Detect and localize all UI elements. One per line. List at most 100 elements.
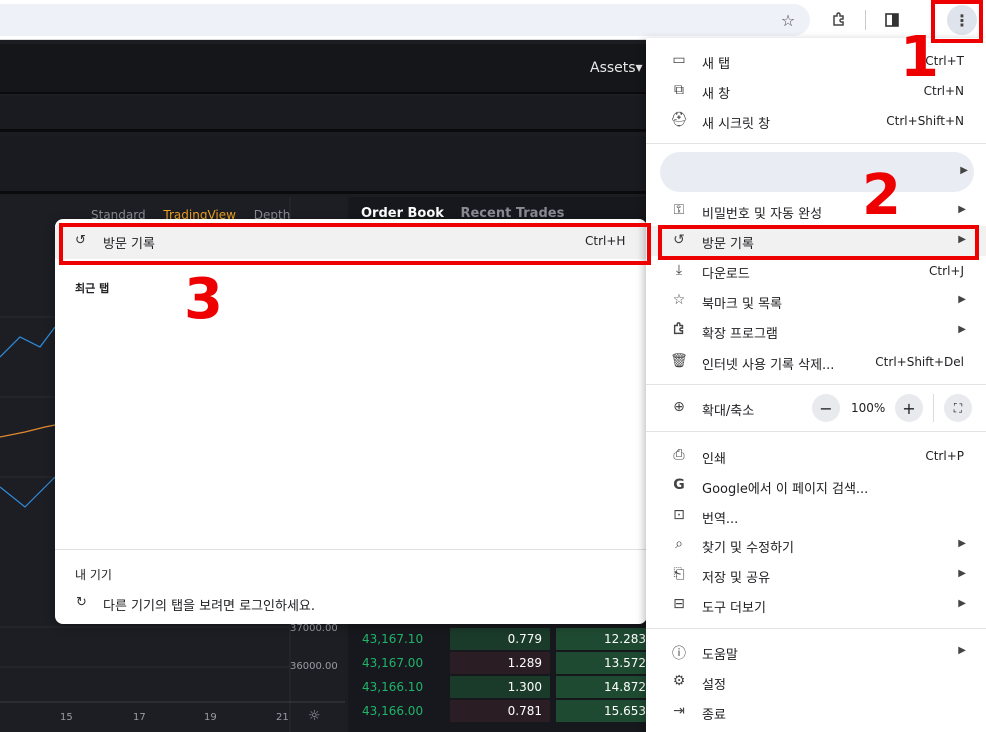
- menu-label: 다운로드: [702, 267, 750, 282]
- divider: [55, 549, 647, 550]
- chevron-right-icon: ▶: [958, 204, 966, 215]
- toolbox-icon: ⊟: [673, 596, 685, 612]
- menu-label: 도구 더보기: [702, 601, 766, 616]
- x-axis-label: 21: [276, 712, 289, 723]
- menu-label: 북마크 및 목록: [702, 297, 783, 312]
- chevron-right-icon: ▶: [958, 538, 966, 549]
- order-amount: 0.781: [450, 700, 550, 722]
- order-total: 13.572: [556, 652, 646, 674]
- find-document-icon: ⌕: [675, 536, 683, 552]
- menu-label: 인터넷 사용 기록 삭제...: [702, 358, 835, 373]
- chrome-main-menu: ▭ 새 탭 Ctrl+T ⧉ 새 창 Ctrl+N ⛑ 새 시크릿 창 Ctrl…: [646, 38, 986, 732]
- order-book-row[interactable]: 43,166.00 0.781 15.653: [348, 700, 646, 722]
- menu-item-help[interactable]: ⓘ 도움말 ▶: [646, 637, 986, 667]
- chart-settings-icon[interactable]: ☼: [308, 708, 321, 724]
- annotation-number-1: 1: [900, 25, 939, 90]
- bookmark-star-icon[interactable]: ☆: [774, 6, 802, 34]
- help-icon: ⓘ: [672, 646, 686, 662]
- menu-item-passwords[interactable]: ⚿ 비밀번호 및 자동 완성 ▶: [646, 196, 986, 226]
- menu-item-translate[interactable]: ⊡ 번역...: [646, 501, 986, 531]
- toolbar-divider: [865, 10, 866, 30]
- trash-icon: 🗑: [670, 353, 688, 369]
- order-book-row[interactable]: 43,166.10 1.300 14.872: [348, 676, 646, 698]
- order-amount: 0.779: [450, 628, 550, 650]
- order-price: 43,167.10: [362, 632, 424, 646]
- zoom-in-button[interactable]: +: [895, 394, 923, 422]
- menu-item-extensions[interactable]: 확장 프로그램 ▶: [646, 316, 986, 346]
- menu-item-print[interactable]: ⎙ 인쇄 Ctrl+P: [646, 441, 986, 471]
- menu-label: 인쇄: [702, 452, 726, 467]
- order-amount: 1.300: [450, 676, 550, 698]
- signin-prompt[interactable]: 다른 기기의 탭을 보려면 로그인하세요.: [103, 595, 315, 614]
- menu-label: 비밀번호 및 자동 완성: [702, 207, 823, 222]
- order-price: 43,167.00: [362, 656, 424, 670]
- y-axis-label: 36000.00: [290, 661, 338, 672]
- menu-label: 설정: [702, 678, 726, 693]
- zoom-icon: ⊕: [673, 399, 685, 415]
- menu-divider: [646, 143, 986, 144]
- order-amount: 1.289: [450, 652, 550, 674]
- y-axis-label: 37000.00: [290, 623, 338, 634]
- menu-label: Google에서 이 페이지 검색...: [702, 482, 869, 497]
- profile-row[interactable]: ▶: [660, 152, 974, 192]
- incognito-icon: ⛑: [670, 112, 688, 128]
- menu-label: 확장 프로그램: [702, 327, 778, 342]
- extensions-puzzle-icon[interactable]: [825, 6, 853, 34]
- star-icon: ☆: [672, 292, 686, 308]
- menu-label: 확대/축소: [702, 404, 755, 419]
- menu-item-exit[interactable]: ⇥ 종료: [646, 697, 986, 727]
- translate-icon: ⊡: [673, 507, 685, 523]
- x-axis-label: 17: [133, 712, 146, 723]
- chevron-right-icon: ▶: [958, 294, 966, 305]
- recent-tabs-heading: 최근 탭: [75, 282, 110, 295]
- my-devices-heading: 내 기기: [75, 568, 112, 582]
- extensions-puzzle-icon: [670, 322, 688, 340]
- menu-label: 저장 및 공유: [702, 571, 771, 586]
- gear-icon: ⚙: [672, 673, 686, 689]
- menu-label: 도움말: [702, 648, 738, 663]
- sync-icon: ↻: [76, 595, 87, 610]
- menu-item-settings[interactable]: ⚙ 설정: [646, 667, 986, 697]
- menu-label: 새 탭: [702, 57, 731, 72]
- chevron-right-icon: ▶: [958, 568, 966, 579]
- chevron-right-icon: ▶: [958, 598, 966, 609]
- menu-item-find-edit[interactable]: ⌕ 찾기 및 수정하기 ▶: [646, 530, 986, 560]
- annotation-box-3: [59, 223, 651, 265]
- save-share-icon: ⎗: [673, 566, 685, 582]
- menu-item-incognito[interactable]: ⛑ 새 시크릿 창 Ctrl+Shift+N: [646, 106, 986, 136]
- order-price: 43,166.00: [362, 704, 424, 718]
- order-book-row[interactable]: 43,167.10 0.779 12.283: [348, 628, 646, 650]
- menu-item-save-share[interactable]: ⎗ 저장 및 공유 ▶: [646, 560, 986, 590]
- menu-divider: [646, 628, 986, 629]
- menu-label: 새 창: [702, 87, 731, 102]
- menu-label: 번역...: [702, 512, 739, 527]
- chevron-right-icon: ▶: [958, 645, 966, 656]
- key-icon: ⚿: [673, 202, 685, 218]
- ticker-strip: [0, 96, 646, 132]
- menu-label: 종료: [702, 708, 726, 723]
- menu-item-more-tools[interactable]: ⊟ 도구 더보기 ▶: [646, 590, 986, 620]
- zoom-out-button[interactable]: −: [812, 394, 840, 422]
- x-axis-label: 15: [60, 712, 73, 723]
- order-price: 43,166.10: [362, 680, 424, 694]
- new-tab-icon: ▭: [672, 52, 686, 68]
- menu-item-clear-data[interactable]: 🗑 인터넷 사용 기록 삭제... Ctrl+Shift+Del: [646, 347, 986, 377]
- market-summary-strip: [0, 136, 646, 194]
- menu-label: 찾기 및 수정하기: [702, 541, 794, 556]
- menu-shortcut: Ctrl+J: [929, 264, 964, 278]
- menu-item-downloads[interactable]: ⤓ 다운로드 Ctrl+J: [646, 256, 986, 286]
- zoom-level: 100%: [851, 401, 886, 415]
- chevron-right-icon: ▶: [960, 165, 968, 176]
- exchange-navbar: [0, 44, 646, 94]
- menu-item-bookmarks[interactable]: ☆ 북마크 및 목록 ▶: [646, 286, 986, 316]
- menu-item-search-google[interactable]: G Google에서 이 페이지 검색...: [646, 471, 986, 501]
- annotation-number-3: 3: [184, 267, 223, 332]
- history-submenu: ↺ 방문 기록 Ctrl+H 최근 탭 내 기기 ↻ 다른 기기의 탭을 보려면…: [55, 219, 647, 624]
- fullscreen-icon[interactable]: ⛶: [944, 394, 972, 422]
- zoom-divider: [933, 394, 934, 422]
- google-g-icon: G: [673, 477, 685, 493]
- order-book-row[interactable]: 43,167.00 1.289 13.572: [348, 652, 646, 674]
- menu-label: 새 시크릿 창: [702, 117, 771, 132]
- assets-menu[interactable]: Assets▾: [590, 60, 643, 76]
- address-bar[interactable]: [0, 4, 810, 36]
